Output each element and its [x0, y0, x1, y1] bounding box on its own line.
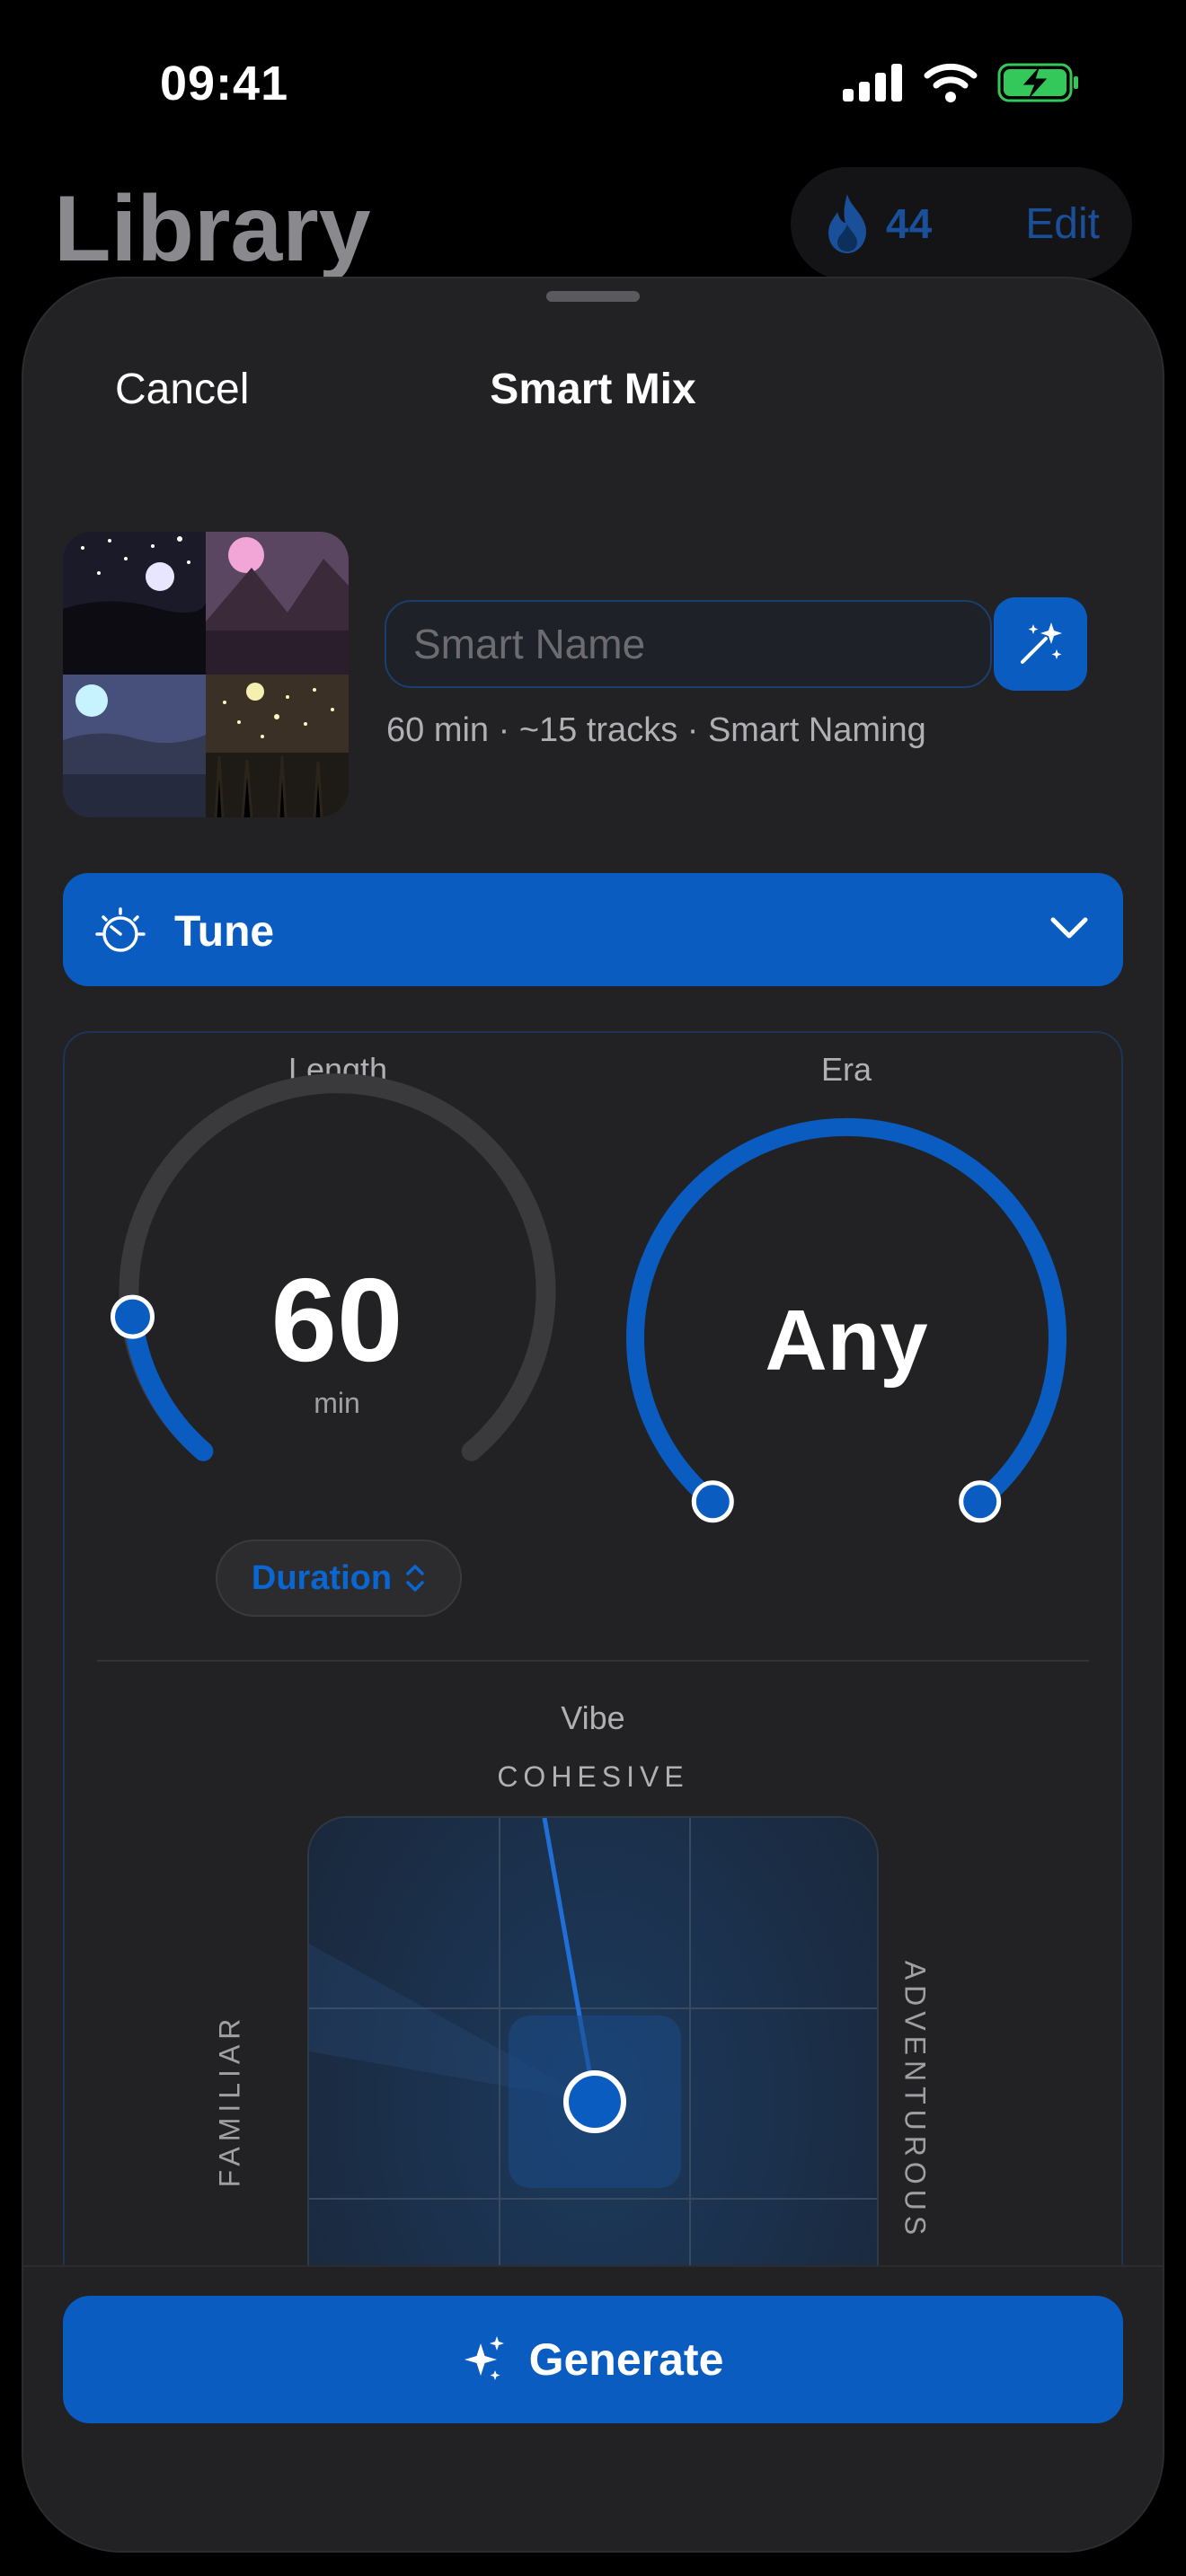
era-end-knob	[959, 1480, 1002, 1523]
library-title: Library	[54, 177, 371, 281]
battery-charging-icon	[997, 63, 1078, 102]
chevron-up-down-icon	[406, 1565, 424, 1592]
generate-label: Generate	[528, 2334, 724, 2385]
sparkles-icon	[464, 2336, 504, 2380]
library-toolbar-pill: 44 Edit	[791, 167, 1132, 280]
bottom-action-area: Generate	[23, 2265, 1163, 2551]
duration-label: Duration	[251, 1558, 393, 1597]
status-icons	[843, 63, 1080, 102]
smart-mix-sheet: Cancel Smart Mix Smart Name 60 min · ~15…	[23, 278, 1163, 2551]
era-start-knob	[691, 1480, 734, 1523]
vibe-axis-top: COHESIVE	[497, 1760, 689, 1793]
streak-indicator: 44	[823, 192, 932, 255]
generate-button[interactable]: Generate	[63, 2296, 1123, 2423]
duration-picker[interactable]: Duration	[216, 1539, 462, 1617]
status-bar: 09:41	[0, 0, 1186, 171]
wifi-icon	[924, 63, 978, 102]
vibe-axis-left: FAMILIAR	[213, 2013, 246, 2188]
status-time: 09:41	[160, 57, 289, 110]
flame-icon	[828, 194, 866, 253]
streak-count: 44	[886, 200, 933, 247]
edit-button[interactable]: Edit	[1025, 199, 1100, 249]
vibe-position-knob	[563, 2070, 626, 2133]
vibe-axis-right: ADVENTUROUS	[898, 1960, 932, 2241]
era-dial[interactable]	[23, 278, 1163, 1626]
vibe-label: Vibe	[561, 1699, 625, 1736]
cellular-signal-icon	[843, 64, 902, 101]
era-value: Any	[765, 1292, 928, 1389]
section-divider	[97, 1660, 1089, 1662]
